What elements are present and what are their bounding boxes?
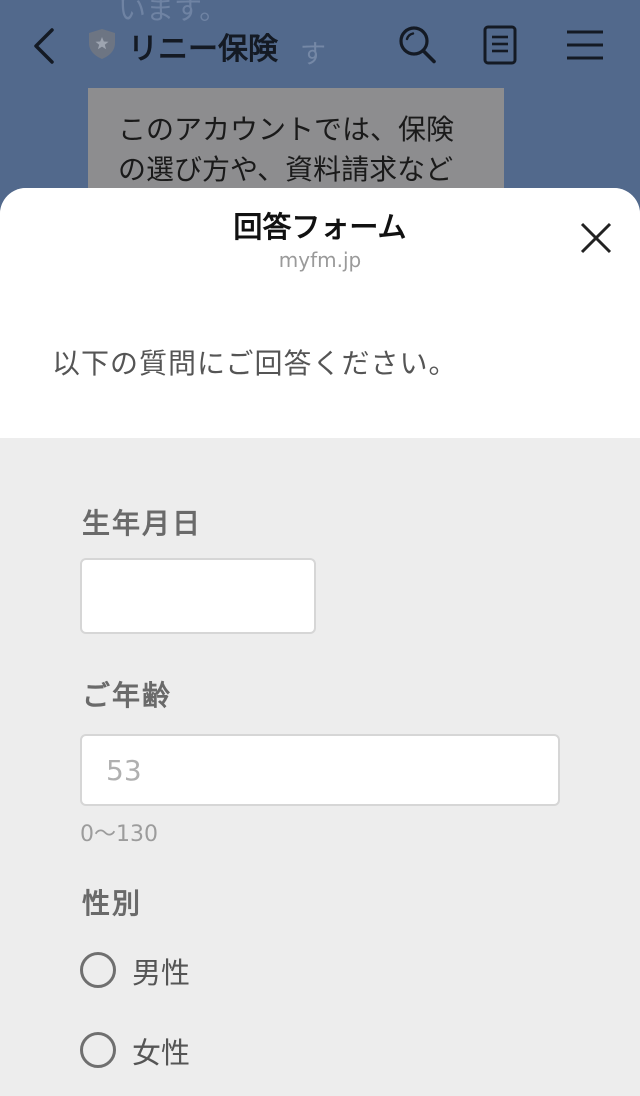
bubble-line: このアカウントでは、保険 bbox=[118, 113, 455, 146]
form-sheet: 回答フォーム myfm.jp 以下の質問にご回答ください。 生年月日 ご年齢 0… bbox=[0, 188, 640, 1096]
search-button[interactable] bbox=[396, 24, 438, 66]
sheet-title: 回答フォーム bbox=[233, 210, 407, 244]
age-label: ご年齢 bbox=[82, 679, 173, 712]
sheet-header: 回答フォーム myfm.jp bbox=[0, 188, 640, 288]
intro-text: 以下の質問にご回答ください。 bbox=[52, 347, 458, 380]
intro-section: 以下の質問にご回答ください。 bbox=[0, 288, 640, 438]
form-area: 生年月日 ご年齢 0〜130 性別 男性 女性 bbox=[0, 438, 640, 1096]
radio-button[interactable] bbox=[80, 952, 116, 988]
radio-label: 女性 bbox=[132, 1036, 191, 1070]
radio-button[interactable] bbox=[80, 1032, 116, 1068]
notes-button[interactable] bbox=[480, 24, 522, 66]
chat-title: リニー保険 bbox=[128, 32, 278, 67]
menu-button[interactable] bbox=[564, 24, 606, 66]
bubble-line: の選び方や、資料請求など bbox=[118, 153, 454, 186]
close-icon bbox=[580, 222, 612, 254]
back-button[interactable] bbox=[26, 24, 62, 68]
radio-label: 男性 bbox=[132, 956, 191, 990]
age-hint: 0〜130 bbox=[80, 822, 158, 847]
gender-label: 性別 bbox=[82, 887, 143, 920]
birthdate-input[interactable] bbox=[80, 558, 316, 634]
chevron-left-icon bbox=[34, 28, 54, 64]
sheet-url: myfm.jp bbox=[278, 248, 362, 272]
chat-header: リニー保険 bbox=[0, 0, 640, 90]
close-button[interactable] bbox=[576, 218, 616, 258]
hamburger-menu-icon bbox=[567, 30, 603, 60]
age-input[interactable] bbox=[80, 734, 560, 806]
birthdate-label: 生年月日 bbox=[82, 507, 203, 540]
shield-icon bbox=[88, 28, 116, 60]
notes-icon bbox=[483, 25, 517, 65]
screen: います。 す リニー保険 このアカウントでは、保険 の選び方や、資料請求など 回… bbox=[0, 0, 640, 1096]
search-icon bbox=[399, 26, 436, 64]
